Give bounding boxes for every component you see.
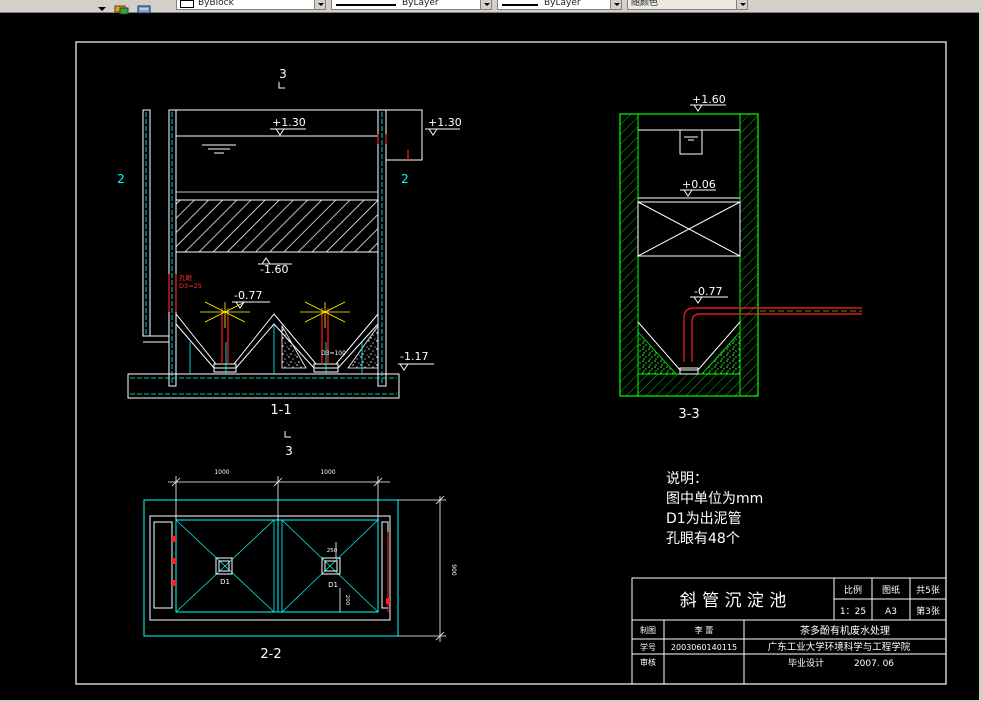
notes-title: 说明：: [666, 471, 708, 487]
sheet-no: 第3张: [916, 605, 940, 617]
side-marker-right: 2: [401, 172, 409, 186]
design-type: 毕业设计: [788, 657, 824, 669]
notes-line1: 图中单位为mm: [666, 491, 763, 507]
vertical-scrollbar[interactable]: [979, 12, 983, 702]
dim-height: 900: [450, 564, 457, 576]
elev-3-3-pipe: -0.77: [694, 285, 722, 298]
scale-label: 比例: [844, 584, 862, 596]
design-date: 2007. 06: [854, 659, 894, 669]
total-sheets: 共5张: [916, 585, 940, 596]
linetype-control-value: ByLayer: [402, 0, 439, 8]
dim-right: 1000: [320, 469, 335, 476]
elev-3-3-top: +1.60: [692, 93, 726, 106]
drawing-border: [75, 41, 947, 685]
cad-drawing-canvas[interactable]: 3 2 2 孔眼 D3=25 D3=100 +1.30 +1.30 -1.60 …: [0, 12, 979, 700]
scale-value: 1：25: [840, 607, 866, 617]
sheet-label: 图纸: [882, 584, 900, 596]
layer-previous-icon[interactable]: [136, 0, 151, 14]
student-id-label: 学号: [640, 642, 656, 652]
dropdown-arrow-icon[interactable]: [96, 0, 110, 11]
label-d1-left: D1: [220, 578, 230, 586]
drawn-by: 李 蕾: [695, 625, 714, 635]
notes-block: 说明： 图中单位为mm D1为出泥管 孔眼有48个: [666, 471, 763, 547]
plotstyle-dropdown-arrow-icon[interactable]: [736, 0, 747, 9]
school-name: 广东工业大学环境科学与工程学院: [768, 641, 911, 653]
lineweight-control-dropdown[interactable]: ByLayer: [497, 0, 622, 10]
dim-inner: 200: [344, 595, 350, 606]
drawn-by-label: 制图: [640, 625, 656, 635]
color-control-value: ByBlock: [198, 0, 234, 8]
title-block: 斜 管 沉 淀 池 比例 1：25 图纸 A3 共5张 第3张 制图 李 蕾 学…: [631, 577, 947, 685]
linetype-control-dropdown[interactable]: ByLayer: [331, 0, 492, 10]
dim-left: 1000: [214, 469, 229, 476]
cut-marker-top: 3: [279, 67, 287, 81]
lineweight-control-value: ByLayer: [544, 0, 581, 8]
cut-marker-bottom: 3: [285, 444, 293, 458]
elev-tube-bottom: -1.60: [260, 263, 288, 276]
project-name: 茶多酚有机废水处理: [800, 624, 890, 637]
sheet-value: A3: [885, 607, 897, 617]
color-dropdown-arrow-icon[interactable]: [314, 0, 325, 9]
notes-line2: D1为出泥管: [666, 511, 742, 527]
plotstyle-control-value: 随颜色: [631, 0, 659, 8]
label-d1-right: D1: [328, 581, 338, 589]
section-1-1-caption: 1-1: [270, 403, 291, 418]
plan-2-2-caption: 2-2: [260, 647, 281, 662]
plotstyle-control-dropdown[interactable]: 随颜色: [627, 0, 748, 10]
section-1-1: 3 2 2 孔眼 D3=25 D3=100 +1.30 +1.30 -1.60 …: [117, 67, 462, 458]
lineweight-dropdown-arrow-icon[interactable]: [610, 0, 621, 9]
elev-water: +1.30: [272, 116, 306, 129]
review-label: 审核: [640, 657, 656, 667]
drawing-name: 斜 管 沉 淀 池: [680, 591, 787, 611]
hole-note-2: D3=25: [179, 282, 202, 290]
linetype-dropdown-arrow-icon[interactable]: [480, 0, 491, 9]
layer-states-icon[interactable]: [114, 0, 129, 15]
pipe-note: D3=100: [321, 350, 346, 357]
plan-2-2: 1000 1000 900 250 200 D1 D1 2-2: [143, 469, 457, 662]
elev-base: -1.17: [400, 350, 428, 363]
section-3-3-caption: 3-3: [678, 407, 699, 422]
color-control-dropdown[interactable]: ByBlock: [176, 0, 326, 10]
elev-pipe: -0.77: [234, 289, 262, 302]
side-marker-left: 2: [117, 172, 125, 186]
hole-note-1: 孔眼: [179, 274, 193, 282]
elev-3-3-mid: +0.06: [682, 178, 716, 191]
notes-line3: 孔眼有48个: [666, 531, 740, 547]
section-3-3: +1.60 +0.06 -0.77 3-3: [619, 93, 862, 422]
elev-outlet: +1.30: [428, 116, 462, 129]
student-id: 2003060140115: [671, 643, 737, 652]
dim-small: 250: [327, 548, 338, 554]
